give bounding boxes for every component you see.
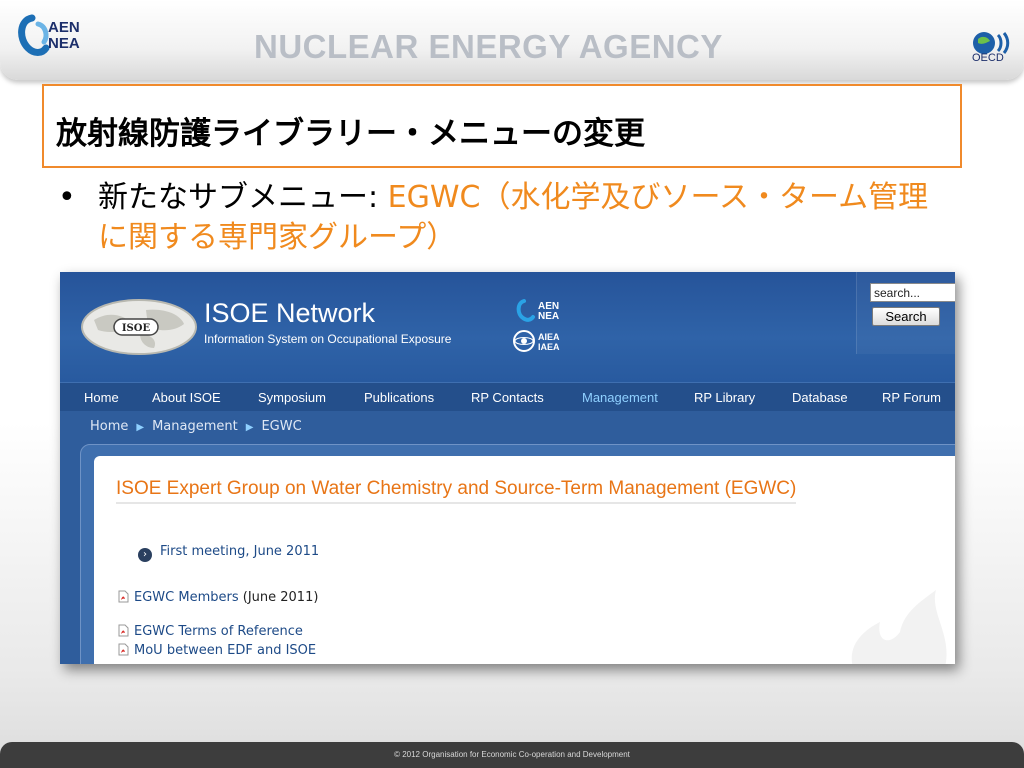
- isoe-site-name[interactable]: ISOE Network: [204, 298, 375, 329]
- nav-database[interactable]: Database: [792, 390, 848, 405]
- aen-text-line: AEN: [48, 19, 80, 36]
- agency-title: NUCLEAR ENERGY AGENCY: [254, 28, 723, 65]
- breadcrumb-management[interactable]: Management: [152, 419, 238, 434]
- breadcrumb-home[interactable]: Home: [90, 419, 128, 434]
- aen-nea-partner-logo: AEN NEA: [516, 299, 559, 322]
- first-meeting-link[interactable]: › First meeting, June 2011: [138, 544, 319, 562]
- isoe-site-subtitle: Information System on Occupational Expos…: [204, 332, 452, 346]
- document-item: MoU between EDF and ISOE: [118, 643, 316, 658]
- breadcrumb: Home ▶ Management ▶ EGWC: [90, 419, 302, 434]
- breadcrumb-separator-icon: ▶: [245, 422, 254, 433]
- isoe-globe-logo: ISOE: [81, 299, 197, 355]
- doc-link-mou[interactable]: MoU between EDF and ISOE: [134, 643, 316, 658]
- oecd-logo-text: OECD: [972, 52, 1004, 64]
- flame-watermark-icon: [851, 590, 947, 664]
- nav-publications[interactable]: Publications: [364, 390, 434, 405]
- nav-symposium[interactable]: Symposium: [258, 390, 326, 405]
- search-input[interactable]: [870, 283, 955, 302]
- first-meeting-label[interactable]: First meeting, June 2011: [160, 544, 319, 559]
- nav-rp-contacts[interactable]: RP Contacts: [471, 390, 544, 405]
- bullet-prefix: 新たなサブメニュー:: [98, 180, 388, 215]
- document-item: EGWC Terms of Reference: [118, 624, 303, 639]
- isoe-globe-label: ISOE: [122, 323, 151, 334]
- isoe-banner: ISOE ISOE Network Information System on …: [60, 272, 955, 382]
- pdf-icon: [118, 624, 129, 637]
- doc-link-egwc-terms[interactable]: EGWC Terms of Reference: [134, 624, 303, 639]
- slide-header: AEN NEA NUCLEAR ENERGY AGENCY OECD: [0, 0, 1024, 80]
- nav-rp-forum[interactable]: RP Forum: [882, 390, 941, 405]
- aen-nea-logo-text: AEN NEA: [48, 20, 80, 52]
- pdf-icon: [118, 643, 129, 656]
- doc-note: (June 2011): [238, 590, 319, 605]
- partner-logo-iaea: IAEA: [538, 342, 560, 352]
- nav-home[interactable]: Home: [84, 390, 119, 405]
- bullet-dot: •: [58, 180, 76, 215]
- bullet-highlight-2: に関する専門家グループ）: [98, 220, 457, 255]
- document-item: EGWC Members (June 2011): [118, 590, 318, 605]
- partner-logo-nea: NEA: [538, 311, 559, 322]
- slide-title: 放射線防護ライブラリー・メニューの変更: [56, 116, 645, 152]
- page-heading: ISOE Expert Group on Water Chemistry and…: [116, 478, 797, 504]
- pdf-icon: [118, 590, 129, 603]
- isoe-website-screenshot: ISOE ISOE Network Information System on …: [60, 272, 955, 664]
- partner-logo-aiea: AIEA: [538, 332, 560, 342]
- slide-title-box: 放射線防護ライブラリー・メニューの変更: [42, 84, 962, 168]
- bullet-line-1: 新たなサブメニュー: EGWC（水化学及びソース・ターム管理: [98, 178, 978, 218]
- nav-about-isoe[interactable]: About ISOE: [152, 390, 221, 405]
- bullet-body: 新たなサブメニュー: EGWC（水化学及びソース・ターム管理 に関する専門家グル…: [98, 178, 978, 258]
- main-nav: Home About ISOE Symposium Publications R…: [60, 382, 955, 411]
- nav-management[interactable]: Management: [582, 390, 658, 405]
- nav-rp-library[interactable]: RP Library: [694, 390, 755, 405]
- search-button[interactable]: Search: [872, 307, 940, 326]
- nea-text-line: NEA: [48, 35, 80, 52]
- slide-footer: © 2012 Organisation for Economic Co-oper…: [0, 742, 1024, 768]
- breadcrumb-separator-icon: ▶: [136, 422, 145, 433]
- iaea-partner-logo: AIEA IAEA: [513, 330, 560, 352]
- copyright-text: © 2012 Organisation for Economic Co-oper…: [394, 750, 630, 759]
- arrow-right-icon: ›: [138, 548, 152, 562]
- bullet-highlight-1: EGWC（水化学及びソース・ターム管理: [387, 180, 929, 215]
- breadcrumb-egwc[interactable]: EGWC: [261, 419, 301, 434]
- doc-link-egwc-members[interactable]: EGWC Members: [134, 590, 239, 605]
